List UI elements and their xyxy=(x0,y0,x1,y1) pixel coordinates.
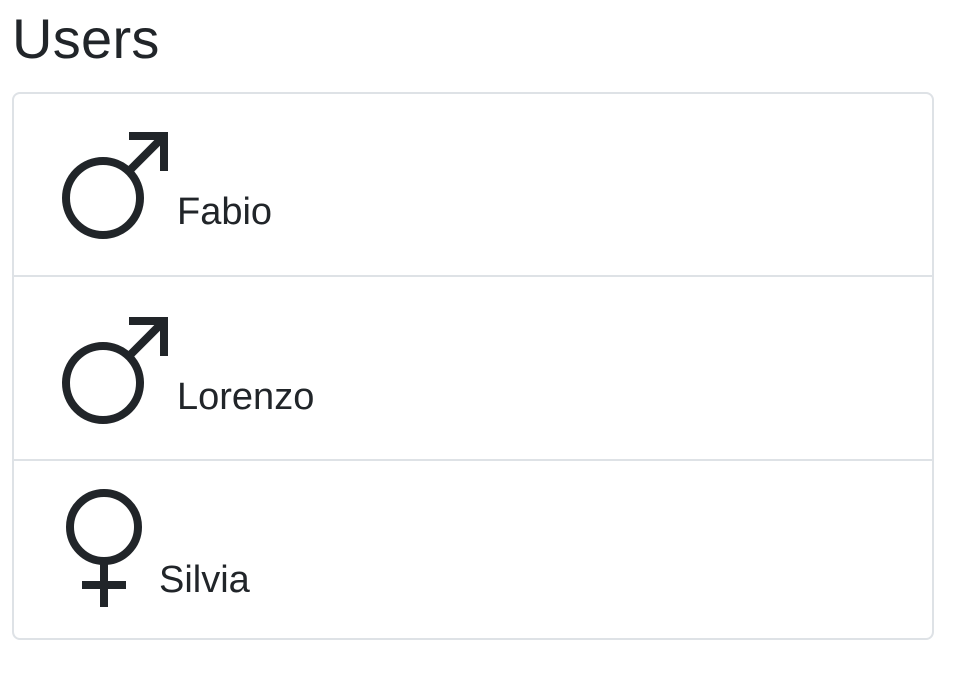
user-list: Fabio Lorenzo Silvia xyxy=(12,92,934,640)
user-name: Lorenzo xyxy=(177,376,315,418)
male-symbol-icon xyxy=(62,132,168,239)
female-symbol-icon xyxy=(66,489,142,607)
page-title: Users xyxy=(12,7,160,70)
user-name: Silvia xyxy=(159,559,250,601)
list-item[interactable]: Lorenzo xyxy=(14,275,932,459)
male-symbol-icon xyxy=(62,317,168,424)
user-name: Fabio xyxy=(177,191,273,233)
list-item[interactable]: Silvia xyxy=(14,459,932,638)
list-item[interactable]: Fabio xyxy=(14,94,932,278)
